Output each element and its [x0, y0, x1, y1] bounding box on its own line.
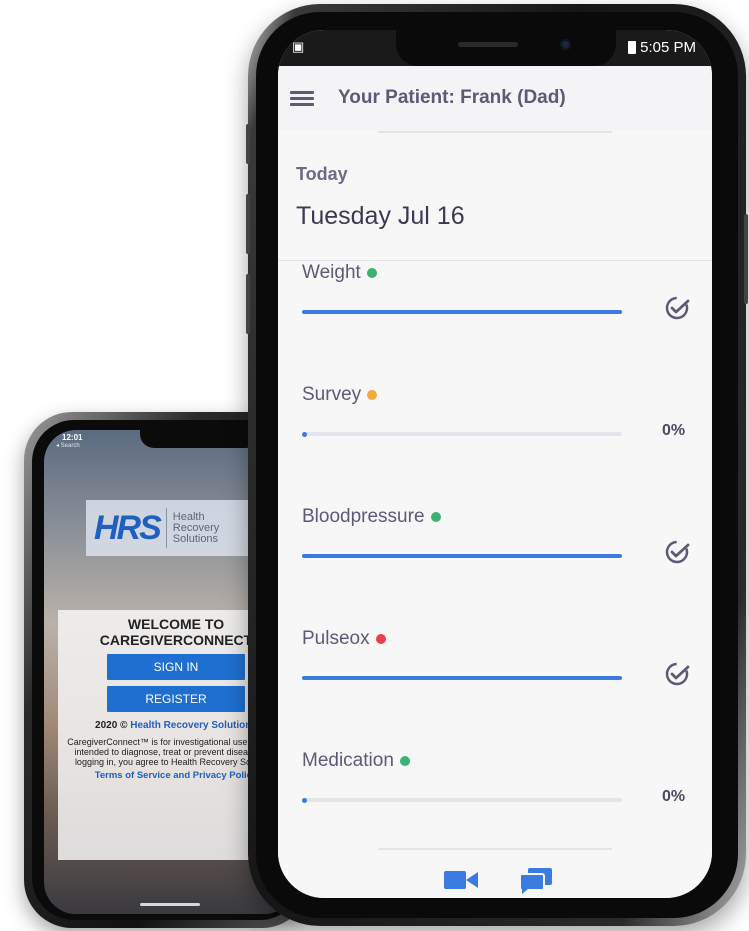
home-indicator	[140, 903, 200, 906]
bottom-divider	[378, 848, 612, 850]
status-right: 5:05 PM	[628, 39, 696, 56]
metric-label: Pulseox	[302, 628, 370, 649]
chat-icon[interactable]	[520, 868, 552, 894]
status-dot	[399, 756, 410, 766]
today-date: Tuesday Jul 16	[296, 202, 465, 230]
metric-label: Bloodpressure	[302, 506, 425, 527]
metric-row-bloodpressure[interactable]: Bloodpressure	[278, 506, 712, 624]
patient-dashboard-phone: ▣ 5:05 PM Your Patient: Frank (Dad) Toda…	[246, 4, 748, 926]
progress-fill	[302, 676, 622, 680]
sign-in-button[interactable]: SIGN IN	[107, 654, 245, 680]
progress-fill	[302, 797, 307, 803]
today-label: Today	[296, 164, 348, 184]
metric-name: Survey	[302, 384, 378, 406]
progress-fill	[302, 310, 622, 314]
hrs-logo-mark: HRS	[94, 508, 162, 547]
app-header: Your Patient: Frank (Dad)	[278, 66, 712, 130]
sim-icon: ▣	[292, 39, 305, 54]
metric-label: Medication	[302, 750, 394, 771]
metric-name: Weight	[302, 262, 377, 284]
bottom-nav	[278, 852, 712, 898]
status-dot	[366, 268, 377, 278]
phone-notch	[140, 430, 260, 448]
metric-name: Bloodpressure	[302, 506, 441, 528]
status-dot	[430, 512, 441, 522]
progress-track	[302, 797, 622, 803]
metric-row-pulseox[interactable]: Pulseox	[278, 628, 712, 746]
back-to-search-link[interactable]: ◂ Search	[56, 442, 80, 449]
volume-up-button	[246, 194, 250, 254]
progress-fill	[302, 554, 622, 558]
patient-dashboard-screen: ▣ 5:05 PM Your Patient: Frank (Dad) Toda…	[278, 30, 712, 898]
progress-fill	[302, 431, 307, 437]
today-section: Today Tuesday Jul 16	[278, 134, 712, 261]
progress-track	[302, 554, 622, 558]
metric-name: Medication	[302, 750, 410, 772]
percent-complete: 0%	[662, 788, 686, 805]
progress-track	[302, 431, 622, 437]
volume-down-button	[246, 274, 250, 334]
status-dot	[367, 390, 378, 400]
front-camera	[560, 39, 571, 50]
metric-row-medication[interactable]: Medication 0%	[278, 750, 712, 868]
status-time: 12:01	[62, 433, 83, 442]
header-divider	[378, 131, 612, 133]
metric-row-survey[interactable]: Survey 0%	[278, 384, 712, 502]
battery-icon	[628, 41, 637, 54]
metric-label: Survey	[302, 384, 362, 405]
side-button	[246, 124, 250, 164]
status-time: 5:05 PM	[640, 39, 696, 56]
progress-track	[302, 310, 622, 314]
register-button[interactable]: REGISTER	[107, 686, 245, 712]
check-circle-icon	[665, 540, 690, 564]
progress-track	[302, 676, 622, 680]
check-circle-icon	[665, 296, 690, 320]
metric-name: Pulseox	[302, 628, 386, 650]
phone-notch	[396, 30, 616, 66]
power-button	[744, 214, 748, 304]
video-call-icon[interactable]	[444, 870, 478, 890]
hrs-website-link[interactable]: Health Recovery Solutions	[130, 720, 257, 731]
percent-complete: 0%	[662, 422, 686, 439]
logo-divider	[165, 508, 167, 548]
menu-icon[interactable]	[290, 89, 314, 107]
metric-label: Weight	[302, 262, 361, 283]
status-dot	[375, 634, 386, 644]
patient-title: Your Patient: Frank (Dad)	[338, 87, 566, 108]
speaker-grill	[458, 42, 518, 47]
hrs-logo-text: Health Recovery Solutions	[172, 510, 220, 545]
check-circle-icon	[665, 662, 690, 686]
metric-row-weight[interactable]: Weight	[278, 262, 712, 380]
